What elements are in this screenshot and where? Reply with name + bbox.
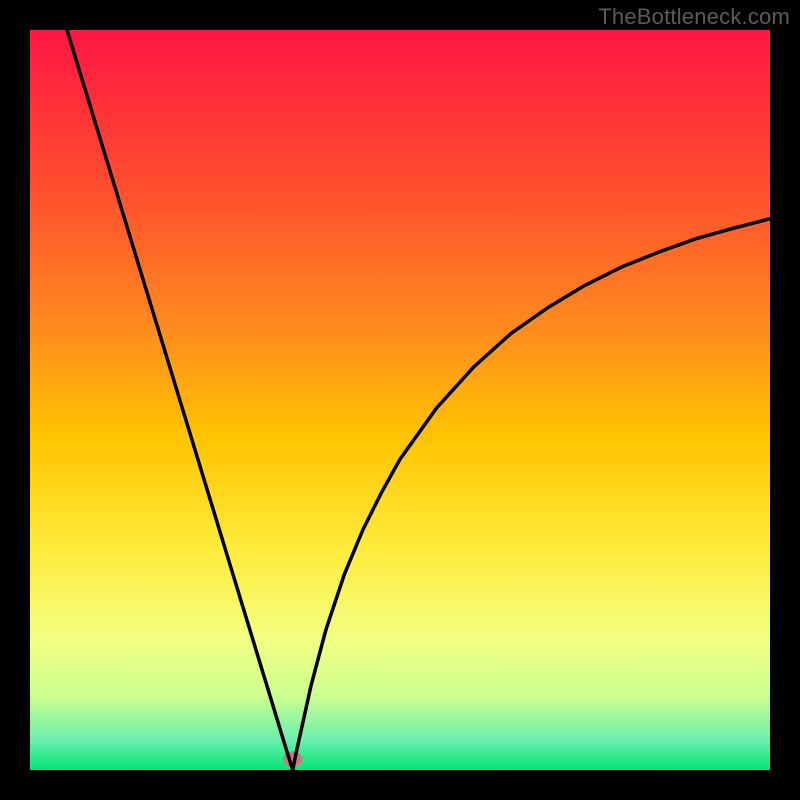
chart-svg bbox=[30, 30, 770, 770]
plot-area bbox=[30, 30, 770, 770]
watermark-text: TheBottleneck.com bbox=[598, 4, 790, 30]
gradient-background bbox=[30, 30, 770, 770]
chart-frame: TheBottleneck.com bbox=[0, 0, 800, 800]
